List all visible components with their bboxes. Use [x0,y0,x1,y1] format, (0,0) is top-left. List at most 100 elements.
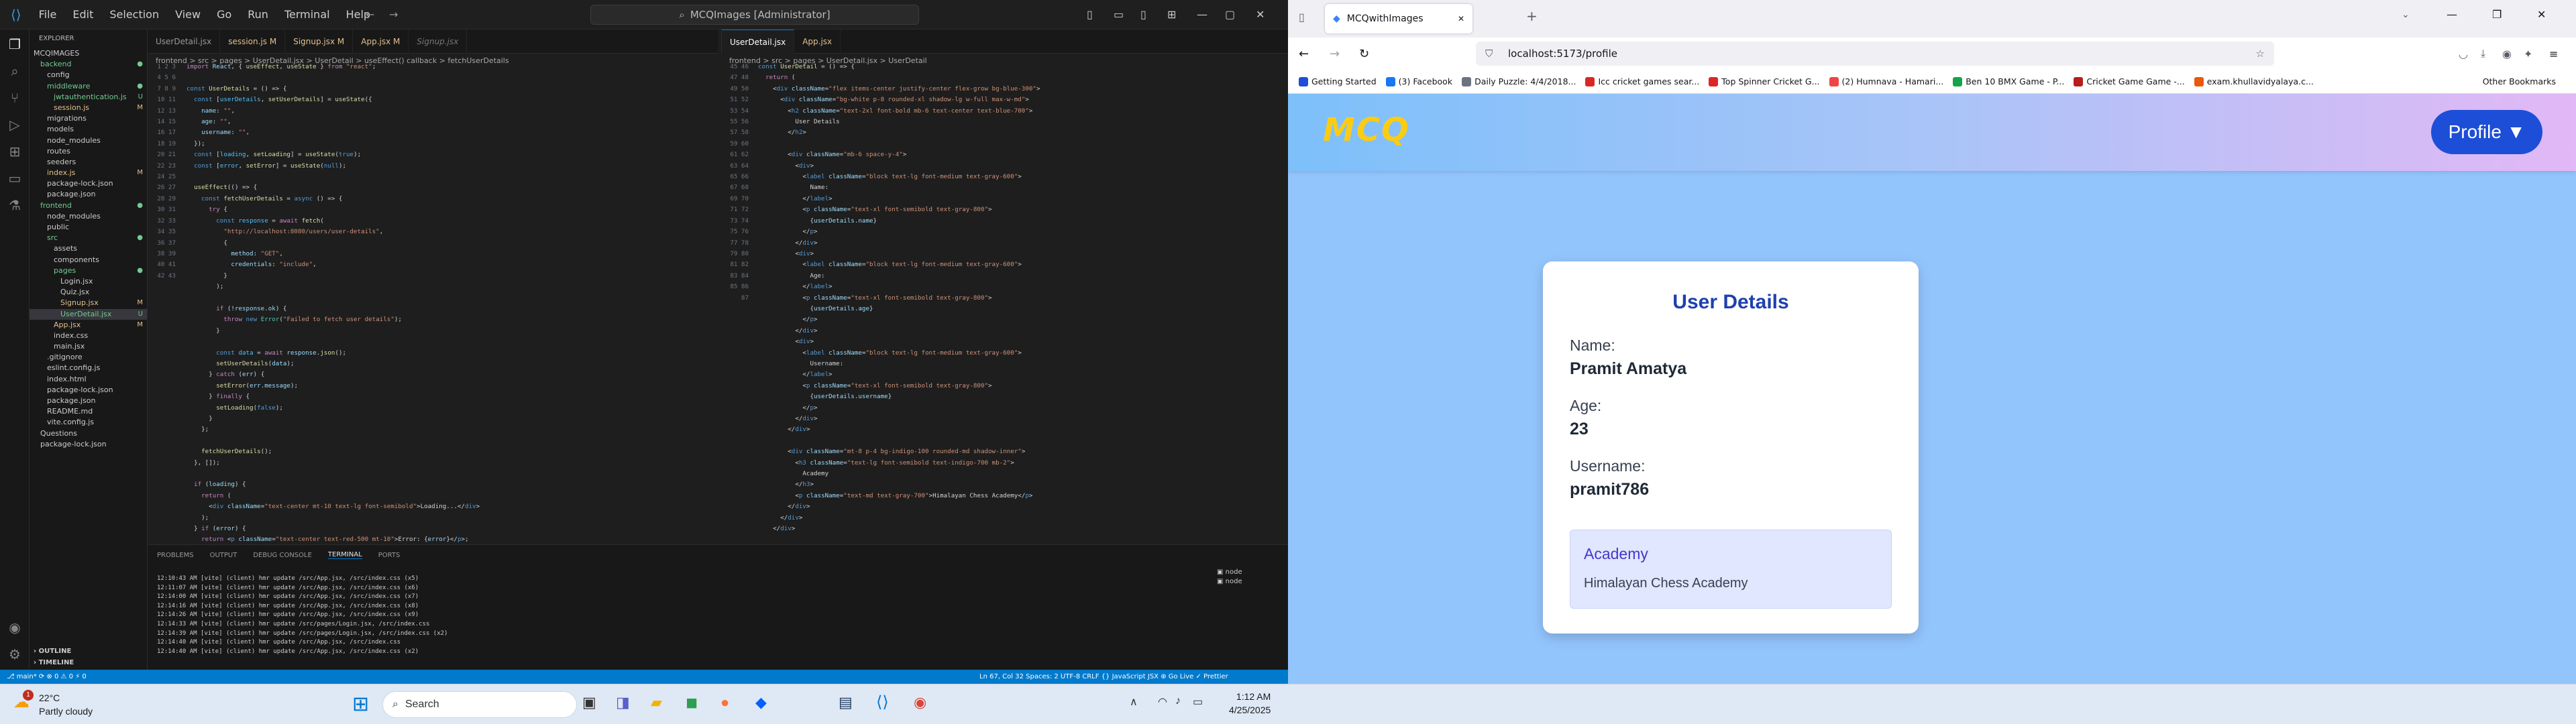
tree-item[interactable]: vite.config.js [30,417,147,428]
bookmark-item[interactable]: Daily Puzzle: 4/4/2018... [1462,76,1576,86]
url-bar[interactable]: ⛉ localhost:5173/profile ☆ [1476,42,2274,66]
terminal-icon[interactable]: ▤ [839,694,853,711]
maximize-icon[interactable]: ▢ [1225,8,1235,21]
list-tabs-icon[interactable]: ⌄ [2402,9,2410,20]
tab-debug-console[interactable]: DEBUG CONSOLE [253,552,312,559]
forward-arrow-icon[interactable]: → [389,8,398,21]
file-explorer-icon[interactable]: ▰ [651,694,662,711]
right-code-editor[interactable]: const UserDetail = () => { return ( <div… [758,62,1281,544]
tree-item[interactable]: config [30,70,147,80]
downloads-icon[interactable]: ⤓ [2481,47,2485,60]
extensions-icon[interactable]: ⊞ [7,143,23,160]
tree-item[interactable]: index.css [30,330,147,341]
tree-item[interactable]: seeders [30,157,147,168]
firefox-icon[interactable]: ● [720,694,729,711]
tree-item[interactable]: Signup.jsx M [30,298,147,308]
left-code-editor[interactable]: import React, { useEffect, useState } fr… [186,62,716,544]
taskbar-search[interactable]: ⌕ Search [382,691,577,718]
reload-icon[interactable]: ↻ [1359,47,1369,61]
tree-item[interactable]: .gitignore [30,352,147,363]
battery-icon[interactable]: ▭ [1193,695,1203,709]
status-left[interactable]: ⎇ main* ⟳ ⊗ 0 ⚠ 0 ⚡ 0 [0,673,87,680]
tree-item[interactable]: eslint.config.js [30,363,147,373]
tree-item[interactable]: package.json [30,396,147,406]
tab-signup[interactable]: Signup.jsx M [285,29,354,54]
menu-go[interactable]: Go [209,8,239,21]
tree-item[interactable]: MCQIMAGES [30,48,147,59]
close-icon[interactable]: ✕ [1256,8,1265,21]
bookmark-star-icon[interactable]: ☆ [2256,48,2265,60]
menu-icon[interactable]: ≡ [2549,48,2558,60]
search-icon[interactable]: ⌕ [7,63,23,79]
maximize-icon[interactable]: ❐ [2492,8,2502,21]
tree-item[interactable]: assets [30,243,147,254]
tree-item[interactable]: README.md [30,406,147,417]
tab-signup-preview[interactable]: Signup.jsx [409,29,468,54]
menu-terminal[interactable]: Terminal [276,8,338,21]
back-icon[interactable]: ← [1299,47,1309,61]
status-right[interactable]: Ln 67, Col 32 Spaces: 2 UTF-8 CRLF {} Ja… [979,673,1228,680]
explorer-icon[interactable]: ❐ [7,36,23,52]
tree-item[interactable]: App.jsx M [30,320,147,330]
bookmark-item[interactable]: Cricket Game Game -... [2074,76,2185,86]
pocket-icon[interactable]: ◡ [2459,48,2468,60]
app-logo[interactable]: MCQ [1323,111,1410,149]
tab-session[interactable]: session.js M [220,29,286,54]
tree-item[interactable]: node_modules [30,211,147,222]
menu-edit[interactable]: Edit [64,8,101,21]
vscode-logo-icon[interactable]: ⟨⟩ [0,7,31,23]
menu-selection[interactable]: Selection [101,8,167,21]
tree-item[interactable]: index.html [30,374,147,385]
task-view-icon[interactable]: ▣ [582,694,596,711]
dropbox-icon[interactable]: ◆ [755,694,767,711]
terminal-item[interactable]: ▣ node [1217,568,1242,577]
tree-item[interactable]: Quiz.jsx [30,287,147,298]
tab-problems[interactable]: PROBLEMS [157,552,194,559]
other-bookmarks[interactable]: Other Bookmarks [2483,76,2556,86]
chrome-icon[interactable]: ◉ [914,694,926,711]
timeline-section[interactable]: › TIMELINE [30,658,148,668]
tree-item[interactable]: migrations [30,113,147,124]
sidebar-toggle-icon[interactable]: ▯ [1299,11,1305,23]
tree-item[interactable]: frontend ● [30,200,147,211]
tree-item[interactable]: package-lock.json [30,385,147,396]
tab-app-right[interactable]: App.jsx [794,29,841,54]
tree-item[interactable]: index.js M [30,168,147,178]
tree-item[interactable]: public [30,222,147,233]
store-icon[interactable]: ◼ [686,694,698,711]
new-tab-icon[interactable]: + [1526,8,1538,24]
show-hidden-icons[interactable]: ∧ [1130,695,1138,709]
terminal-output[interactable]: 12:10:43 AM [vite] (client) hmr update /… [157,575,447,656]
bookmark-item[interactable]: (2) Humnava - Hamari... [1829,76,1943,86]
tree-item[interactable]: src ● [30,233,147,243]
bookmark-item[interactable]: (3) Facebook [1385,76,1452,86]
teams-icon[interactable]: ◨ [616,694,630,711]
tree-item[interactable]: UserDetail.jsx U [30,308,147,320]
tree-item[interactable]: package.json [30,189,147,200]
command-center-search[interactable]: ⌕ MCQImages [Administrator] [590,5,919,25]
tab-ports[interactable]: PORTS [378,552,400,559]
tab-app[interactable]: App.jsx M [353,29,409,54]
tab-userdetail-right[interactable]: UserDetail.jsx [722,29,795,54]
tree-item[interactable]: Login.jsx [30,276,147,287]
account-icon[interactable]: ◉ [2502,48,2512,60]
tree-item[interactable]: node_modules [30,135,147,146]
browser-tab-active[interactable]: ◆ MCQwithImages ✕ [1325,4,1472,34]
forward-icon[interactable]: → [1330,47,1340,61]
start-icon[interactable]: ⊞ [352,692,369,716]
menu-view[interactable]: View [167,8,209,21]
tree-item[interactable]: Questions [30,428,147,439]
tree-item[interactable]: models [30,124,147,135]
tab-output[interactable]: OUTPUT [210,552,237,559]
layout-panel-icon[interactable]: ▭ [1114,8,1124,21]
tab-terminal[interactable]: TERMINAL [327,551,362,559]
bookmark-item[interactable]: Top Spinner Cricket G... [1709,76,1820,86]
bookmark-item[interactable]: exam.khullavidyalaya.c... [2194,76,2314,86]
tab-close-icon[interactable]: ✕ [1458,14,1464,23]
bookmark-item[interactable]: Ben 10 BMX Game - P... [1953,76,2064,86]
tree-item[interactable]: backend ● [30,59,147,70]
tree-item[interactable]: package-lock.json [30,439,147,450]
menu-file[interactable]: File [31,8,65,21]
menu-run[interactable]: Run [239,8,276,21]
remote-explorer-icon[interactable]: ▭ [7,170,23,186]
